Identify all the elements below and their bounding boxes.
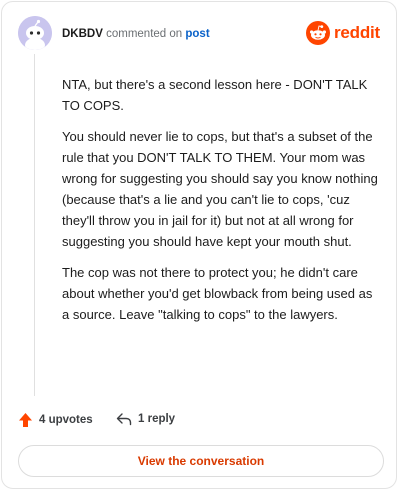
snoo-avatar-icon[interactable] — [18, 16, 52, 50]
upvote-button[interactable]: 4 upvotes — [18, 412, 93, 428]
comment-paragraph: NTA, but there's a second lesson here - … — [62, 77, 368, 113]
reply-button[interactable]: 1 reply — [116, 412, 175, 426]
upvote-count: 4 upvotes — [39, 414, 93, 426]
reddit-snoo-icon — [306, 21, 330, 45]
reply-count: 1 reply — [138, 413, 176, 425]
author-name[interactable]: DKBDV — [62, 28, 103, 40]
reddit-logo[interactable]: reddit — [306, 21, 384, 47]
comment-actions: 4 upvotes 1 reply — [18, 411, 318, 431]
comment-body: NTA, but there's a second lesson here - … — [62, 74, 380, 335]
reddit-wordmark: reddit — [334, 23, 381, 42]
reply-arrow-icon — [116, 413, 132, 426]
embedded-comment-card: DKBDV commented on post reddit NTA, but … — [1, 1, 397, 489]
view-conversation-button[interactable]: View the conversation — [18, 445, 384, 477]
comment-meta: DKBDV commented on post — [62, 27, 210, 41]
upvote-arrow-icon — [19, 413, 32, 427]
comment-paragraph: The cop was not there to protect you; he… — [62, 265, 373, 322]
action-text: commented on — [106, 28, 183, 40]
thread-line — [34, 54, 35, 396]
comment-header: DKBDV commented on post reddit — [18, 16, 384, 52]
post-link[interactable]: post — [185, 28, 209, 40]
comment-paragraph: You should never lie to cops, but that's… — [62, 129, 378, 249]
